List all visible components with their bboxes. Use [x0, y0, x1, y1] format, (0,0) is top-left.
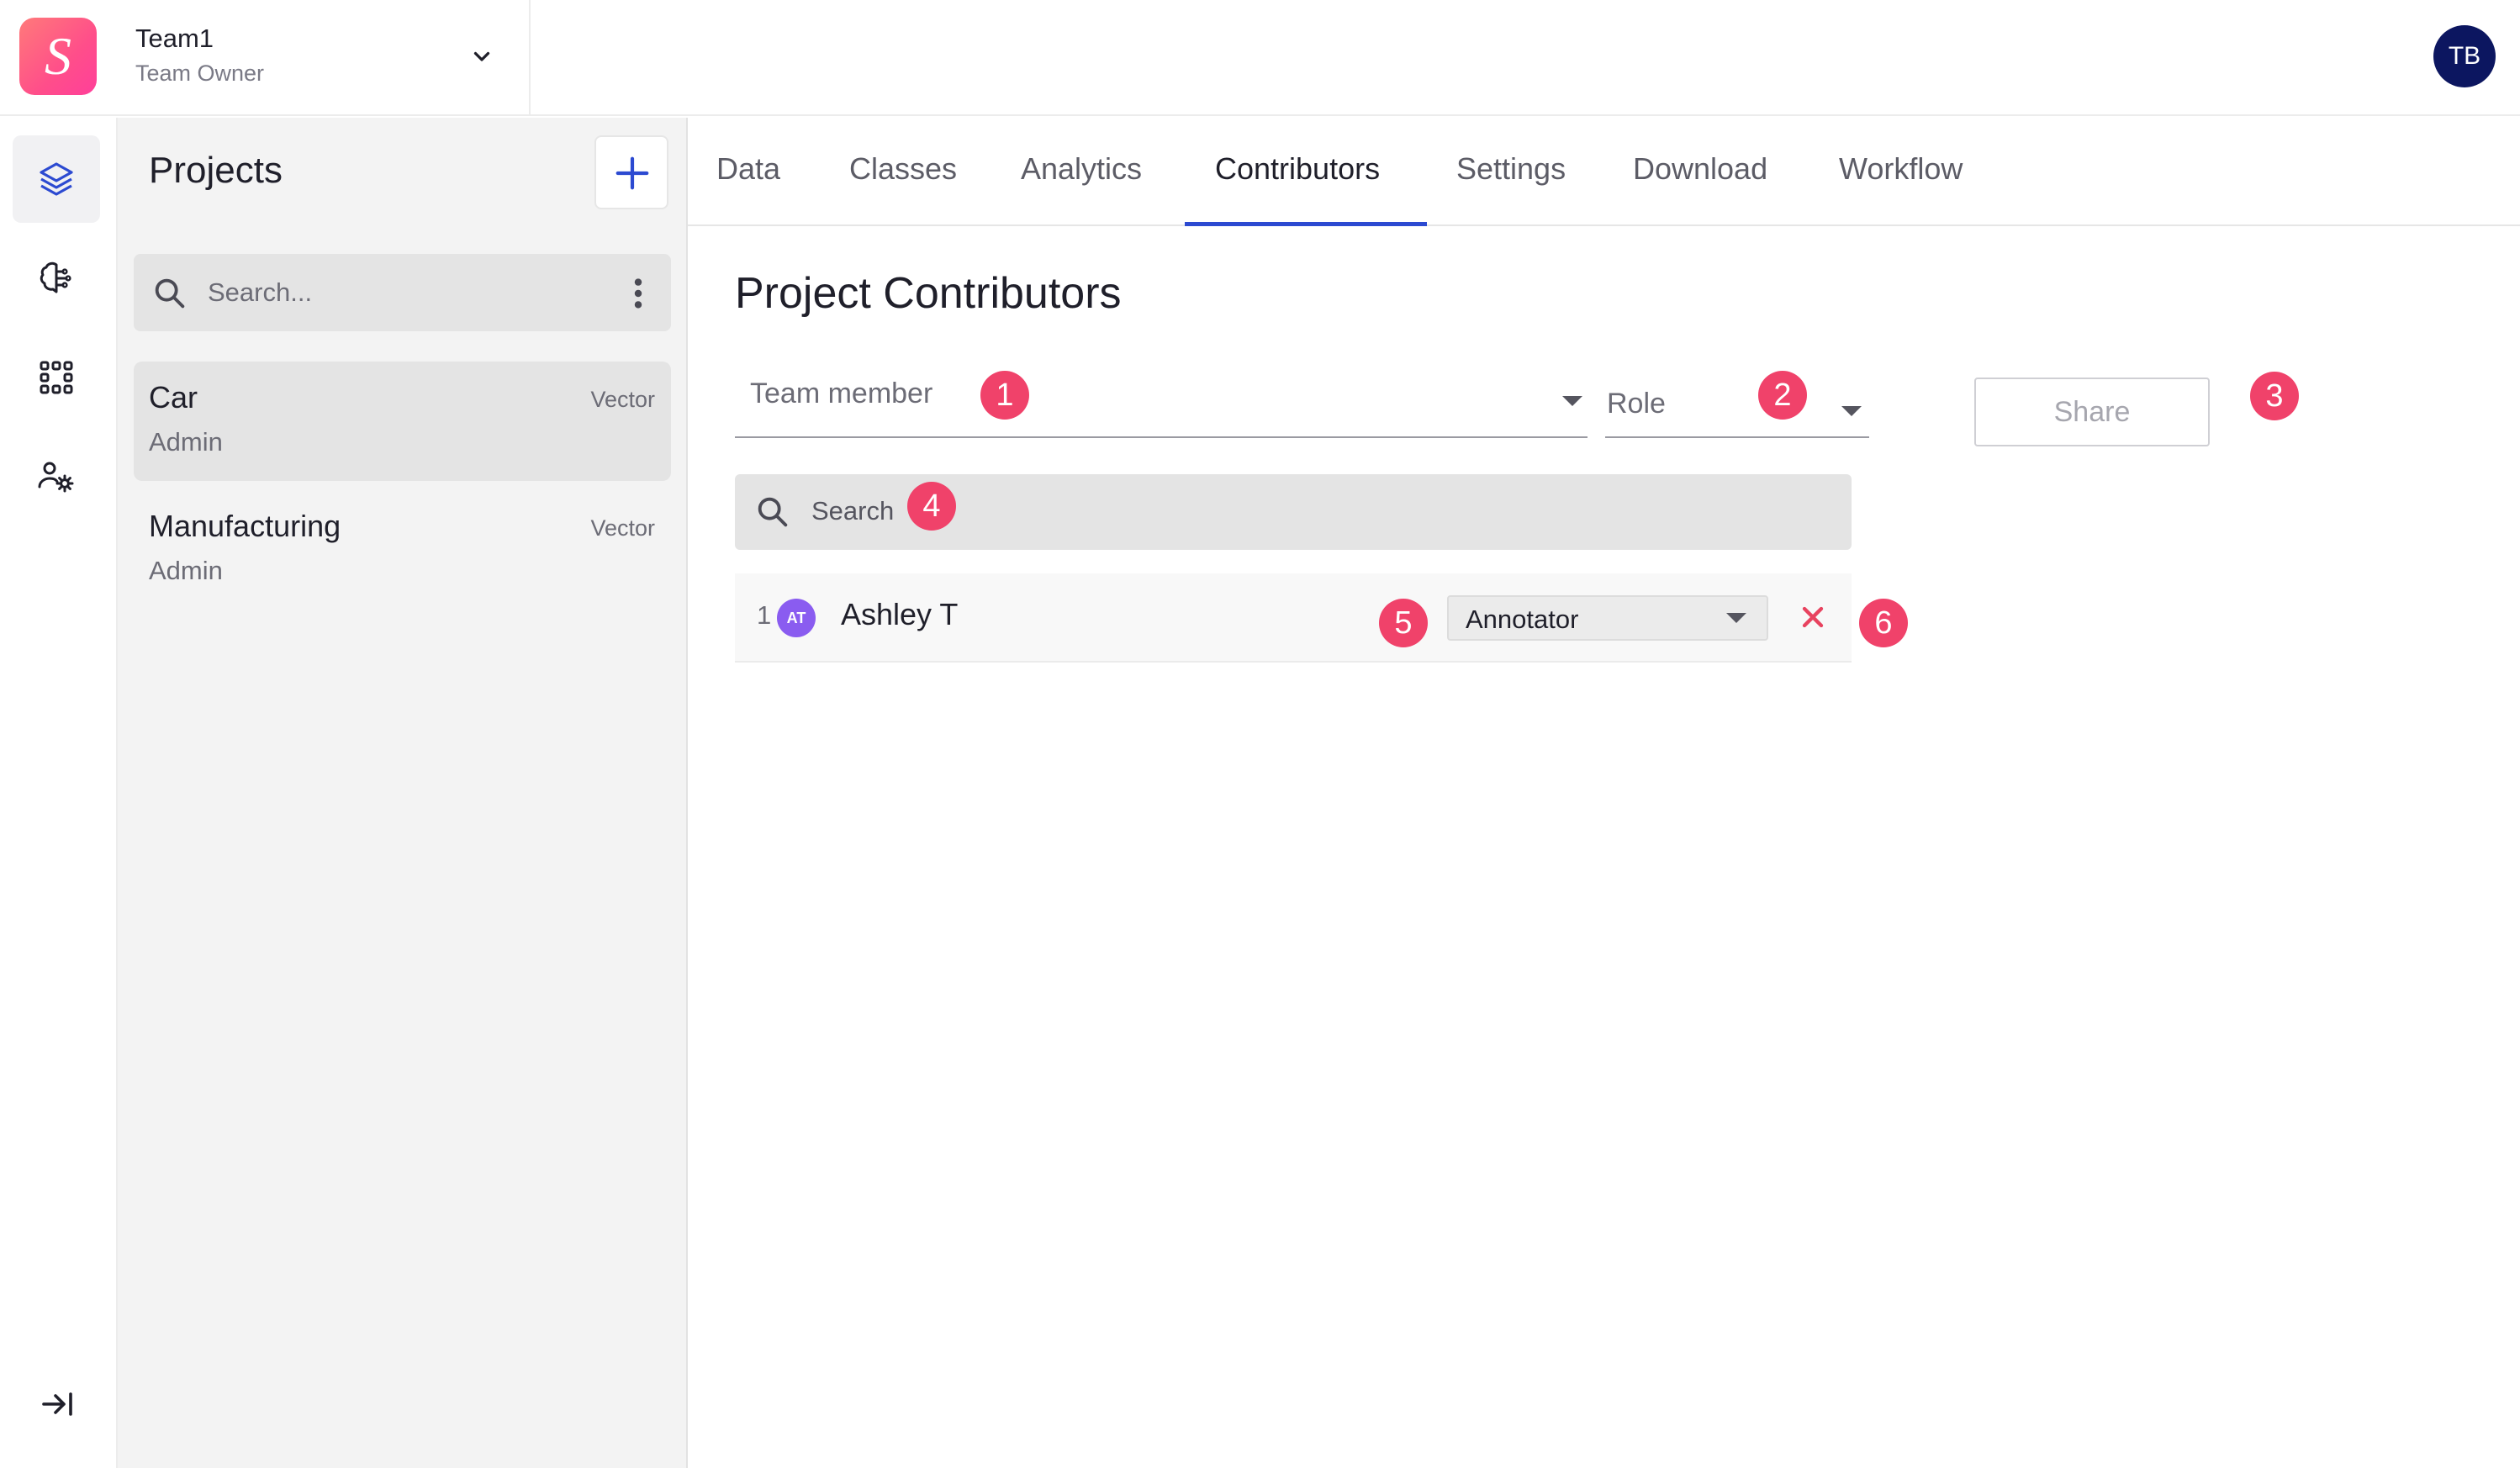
team-member-label: Team member — [750, 378, 933, 409]
tab-classes[interactable]: Classes — [849, 151, 957, 187]
user-avatar[interactable]: TB — [2433, 25, 2496, 87]
app-logo: S — [19, 18, 97, 95]
brain-icon — [40, 261, 71, 293]
callout-badge: 3 — [2250, 372, 2299, 420]
team-role: Team Owner — [135, 61, 265, 86]
project-type: Vector — [590, 515, 655, 541]
search-icon — [155, 278, 185, 309]
callout-badge: 1 — [980, 371, 1029, 420]
rail-item-team-settings[interactable] — [13, 433, 100, 520]
more-options-icon[interactable] — [630, 274, 647, 313]
chevron-down-icon[interactable] — [467, 42, 497, 72]
callout-badge: 2 — [1758, 371, 1807, 420]
callout-badge: 5 — [1379, 599, 1428, 647]
callout-badge: 4 — [907, 482, 956, 531]
projects-title: Projects — [149, 150, 283, 191]
search-icon — [758, 497, 788, 527]
contributor-role-select[interactable]: Annotator — [1447, 595, 1768, 641]
contributors-content: Project Contributors Team member 1 Role … — [688, 228, 2520, 1468]
active-tab-indicator — [1185, 222, 1427, 226]
contributor-search-input[interactable]: Search — [735, 474, 1852, 550]
rail-item-models[interactable] — [13, 235, 100, 322]
team-name: Team1 — [135, 24, 214, 53]
add-project-button[interactable] — [594, 135, 668, 209]
dropdown-arrow-icon — [1562, 396, 1582, 406]
project-type: Vector — [590, 387, 655, 412]
project-search-input[interactable]: Search... — [134, 254, 671, 331]
share-button[interactable]: Share — [1974, 378, 2210, 446]
tab-data[interactable]: Data — [716, 151, 780, 187]
tab-settings[interactable]: Settings — [1456, 151, 1566, 187]
callout-badge: 6 — [1859, 599, 1908, 647]
logo-letter: S — [45, 26, 71, 86]
team-switcher[interactable]: S Team1 Team Owner — [0, 0, 531, 116]
tab-contributors[interactable]: Contributors — [1215, 151, 1380, 187]
project-item[interactable]: Manufacturing Admin Vector — [134, 490, 671, 610]
tab-download[interactable]: Download — [1633, 151, 1767, 187]
role-label: Role — [1607, 388, 1666, 420]
collapse-right-icon[interactable] — [37, 1384, 77, 1424]
project-tabs: Data Classes Analytics Contributors Sett… — [688, 118, 2520, 226]
project-name: Car — [149, 380, 198, 415]
tab-workflow[interactable]: Workflow — [1839, 151, 1963, 187]
project-role: Admin — [149, 427, 223, 457]
layers-icon — [40, 162, 73, 196]
icon-rail — [0, 118, 118, 1468]
project-search-placeholder: Search... — [208, 277, 313, 307]
top-bar: S Team1 Team Owner TB — [0, 0, 2520, 116]
tab-analytics[interactable]: Analytics — [1021, 151, 1142, 187]
project-role: Admin — [149, 556, 223, 585]
contributor-role-value: Annotator — [1466, 605, 1579, 634]
rail-item-integrations[interactable] — [13, 334, 100, 421]
grid-icon — [40, 361, 73, 394]
project-item[interactable]: Car Admin Vector — [134, 362, 671, 481]
projects-panel: Projects Search... Car Admin Vector Manu… — [118, 118, 688, 1468]
contributor-row: 1 AT Ashley T Annotator — [735, 573, 1852, 663]
page-title: Project Contributors — [735, 269, 1122, 318]
contributor-search-placeholder: Search — [811, 496, 895, 525]
team-member-select[interactable]: Team member — [735, 361, 1588, 438]
project-name: Manufacturing — [149, 509, 341, 543]
avatar: AT — [777, 599, 816, 637]
row-index: 1 — [757, 600, 772, 630]
plus-icon — [615, 156, 649, 190]
dropdown-arrow-icon — [1726, 613, 1746, 623]
users-settings-icon — [38, 462, 74, 493]
role-select[interactable]: Role — [1605, 361, 1869, 438]
remove-contributor-icon[interactable] — [1796, 600, 1830, 634]
contributor-name: Ashley T — [841, 597, 959, 631]
dropdown-arrow-icon — [1841, 406, 1862, 416]
rail-item-projects[interactable] — [13, 135, 100, 223]
